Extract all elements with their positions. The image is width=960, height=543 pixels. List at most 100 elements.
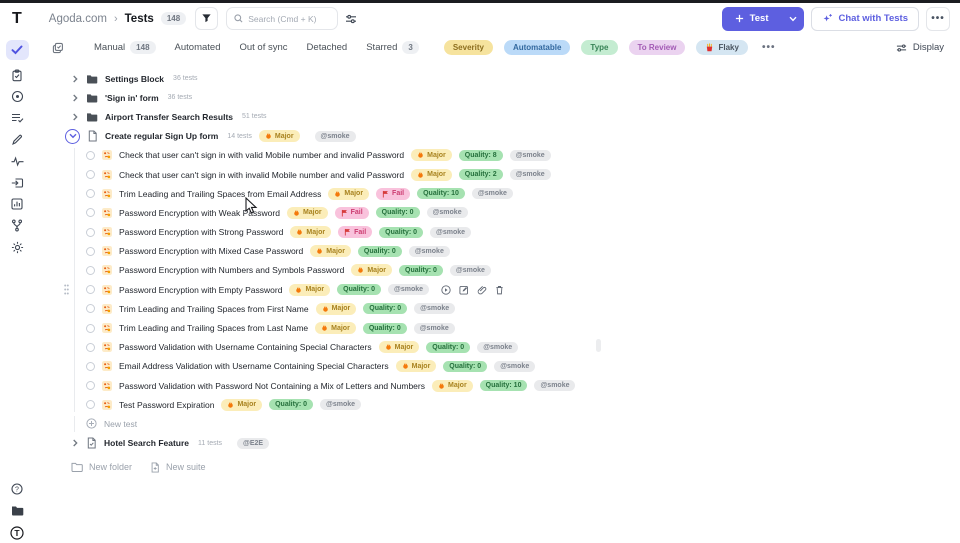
tag-badge[interactable]: @smoke	[426, 207, 468, 219]
tag-badge[interactable]: @smoke	[314, 130, 356, 142]
filter-more-button[interactable]: •••	[762, 42, 776, 53]
quality-badge[interactable]: Quality: 0	[357, 245, 402, 257]
quality-badge[interactable]: Quality: 2	[458, 169, 503, 181]
help-button[interactable]: ?	[7, 482, 27, 495]
tag-badge[interactable]: @E2E	[237, 437, 270, 449]
search-input[interactable]	[248, 13, 331, 24]
profile-avatar[interactable]: T	[7, 525, 27, 540]
search-box[interactable]	[226, 7, 339, 30]
sidebar-item-branches[interactable]	[7, 219, 27, 232]
test-row[interactable]: Password Encryption with Weak Password M…	[34, 203, 960, 222]
tag-badge[interactable]: @smoke	[414, 303, 456, 315]
filter-tab-starred[interactable]: Starred 3	[366, 41, 419, 54]
filter-tab-detached[interactable]: Detached	[307, 42, 348, 53]
pill-flaky[interactable]: Flaky	[696, 40, 748, 55]
severity-badge[interactable]: Major	[221, 398, 263, 411]
tag-badge[interactable]: @smoke	[534, 380, 576, 392]
test-row[interactable]: Password Validation with Password Not Co…	[34, 376, 960, 395]
pill-automatable[interactable]: Automatable	[503, 40, 571, 55]
severity-badge[interactable]: Major	[411, 149, 452, 162]
quality-badge[interactable]: Quality: 0	[426, 341, 471, 353]
tag-badge[interactable]: @smoke	[477, 341, 519, 353]
quality-badge[interactable]: Quality: 8	[458, 149, 503, 161]
fail-badge[interactable]: Fail	[338, 226, 373, 239]
scrollbar-thumb[interactable]	[596, 339, 601, 352]
quality-badge[interactable]: Quality: 0	[362, 322, 407, 334]
severity-badge[interactable]: Major	[315, 302, 357, 315]
sidebar-item-checklists[interactable]	[7, 112, 27, 125]
pill-type[interactable]: Type	[581, 40, 618, 55]
pill-severity[interactable]: Severity	[443, 40, 493, 55]
topbar-more-button[interactable]: •••	[926, 6, 950, 31]
test-row[interactable]: Check that user can't sign in with valid…	[34, 146, 960, 165]
search-settings-button[interactable]	[345, 9, 365, 29]
severity-badge[interactable]: Major	[310, 245, 351, 258]
filter-tab-out-of-sync[interactable]: Out of sync	[239, 42, 287, 53]
bulk-select-button[interactable]	[52, 42, 64, 54]
test-status-radio[interactable]	[86, 208, 95, 218]
tag-badge[interactable]: @smoke	[471, 188, 513, 200]
expanded-suite-row[interactable]: Create regular Sign Up form 14 tests Maj…	[34, 127, 960, 146]
tag-badge[interactable]: @smoke	[320, 399, 362, 411]
breadcrumb-current-page[interactable]: Tests	[125, 13, 154, 25]
test-status-radio[interactable]	[86, 170, 95, 180]
filter-button[interactable]	[195, 7, 219, 30]
sidebar-item-plans[interactable]	[7, 68, 27, 82]
test-status-radio[interactable]	[86, 189, 95, 199]
quality-badge[interactable]: Quality: 0	[375, 207, 420, 219]
test-status-radio[interactable]	[86, 150, 95, 160]
run-test-button[interactable]	[441, 285, 451, 295]
severity-badge[interactable]: Major	[328, 187, 370, 200]
breadcrumb-project[interactable]: Agoda.com	[49, 13, 107, 25]
chevron-down-circle-icon[interactable]	[65, 128, 80, 144]
tag-badge[interactable]: @smoke	[430, 226, 472, 238]
severity-badge[interactable]: Major	[258, 130, 300, 143]
tag-badge[interactable]: @smoke	[449, 264, 491, 276]
projects-folder-button[interactable]	[7, 504, 27, 517]
test-status-radio[interactable]	[86, 227, 95, 237]
sidebar-item-analytics[interactable]	[7, 198, 27, 211]
chevron-right-icon[interactable]	[71, 439, 79, 447]
filter-tab-manual[interactable]: Manual 148	[94, 41, 156, 54]
test-row[interactable]: Password Encryption with Strong Password…	[34, 223, 960, 242]
test-row[interactable]: Password Encryption with Numbers and Sym…	[34, 261, 960, 280]
quality-badge[interactable]: Quality: 10	[417, 188, 465, 200]
severity-badge[interactable]: Major	[411, 168, 452, 181]
test-row[interactable]: Test Password Expiration Major Quality: …	[34, 395, 960, 414]
test-status-radio[interactable]	[86, 381, 95, 391]
test-status-radio[interactable]	[86, 342, 95, 352]
test-status-radio[interactable]	[86, 400, 95, 410]
new-test-row[interactable]: New test	[34, 414, 960, 433]
tag-badge[interactable]: @smoke	[494, 360, 536, 372]
test-row[interactable]: Trim Leading and Trailing Spaces from Em…	[34, 184, 960, 203]
severity-badge[interactable]: Major	[395, 360, 437, 373]
drag-handle[interactable]	[64, 284, 69, 295]
sidebar-item-settings[interactable]	[7, 241, 27, 254]
tag-badge[interactable]: @smoke	[413, 322, 455, 334]
suite-row[interactable]: Settings Block 36 tests	[34, 69, 960, 88]
test-status-radio[interactable]	[86, 285, 95, 295]
tag-badge[interactable]: @smoke	[509, 169, 551, 181]
filter-tab-automated[interactable]: Automated	[175, 42, 221, 53]
new-test-button[interactable]: Test	[721, 6, 782, 31]
test-status-radio[interactable]	[86, 361, 95, 371]
tag-badge[interactable]: @smoke	[408, 245, 450, 257]
new-folder-button[interactable]: New folder	[71, 462, 132, 473]
pill-to-review[interactable]: To Review	[628, 40, 686, 55]
tag-badge[interactable]: @smoke	[509, 149, 551, 161]
fail-badge[interactable]: Fail	[376, 187, 411, 200]
severity-badge[interactable]: Major	[351, 264, 393, 277]
delete-test-button[interactable]	[495, 285, 504, 295]
quality-badge[interactable]: Quality: 0	[363, 303, 408, 315]
quality-badge[interactable]: Quality: 0	[269, 399, 314, 411]
test-status-radio[interactable]	[86, 304, 95, 314]
chat-with-tests-button[interactable]: Chat with Tests	[810, 6, 919, 31]
suite-row[interactable]: 'Sign in' form 36 tests	[34, 88, 960, 107]
suite-row[interactable]: Airport Transfer Search Results 51 tests	[34, 107, 960, 126]
edit-test-button[interactable]	[459, 285, 469, 295]
test-status-radio[interactable]	[86, 246, 95, 256]
test-row[interactable]: Trim Leading and Trailing Spaces from La…	[34, 318, 960, 337]
quality-badge[interactable]: Quality: 10	[479, 380, 528, 392]
quality-badge[interactable]: Quality: 0	[379, 226, 424, 238]
severity-badge[interactable]: Major	[290, 226, 332, 239]
